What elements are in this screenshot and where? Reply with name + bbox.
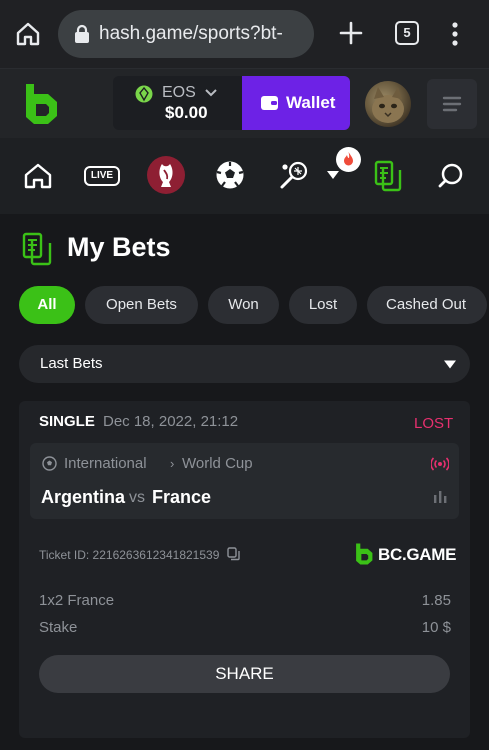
my-bets-title-icon [22, 232, 52, 266]
app-header: EOS $0.00 Wallet [0, 68, 489, 138]
caret-down-icon [444, 360, 456, 369]
dropdown-selected-label: Last Bets [40, 355, 103, 372]
tab-lost[interactable]: Lost [289, 286, 357, 324]
tab-open-bets[interactable]: Open Bets [85, 286, 198, 324]
bet-card[interactable]: SINGLE Dec 18, 2022, 21:12 LOST Internat… [19, 401, 470, 738]
match-info[interactable]: International › World Cup Argentina vs F… [30, 443, 459, 519]
wallet-label: Wallet [286, 93, 336, 112]
soccer-ball-icon[interactable] [215, 160, 245, 190]
stats-icon[interactable] [433, 490, 447, 503]
fire-icon[interactable] [336, 147, 361, 172]
browser-toolbar: hash.game/sports?bt- 5 [0, 0, 489, 68]
team-home: Argentina [41, 487, 126, 507]
balance-amount: $0.00 [165, 103, 208, 122]
dropdown-caret-icon[interactable] [327, 171, 339, 180]
tab-won[interactable]: Won [208, 286, 279, 324]
browser-menu-icon[interactable] [447, 20, 463, 48]
search-icon[interactable] [437, 162, 465, 190]
user-avatar[interactable] [365, 81, 411, 127]
menu-icon [442, 96, 462, 112]
tab-switcher-button[interactable]: 5 [395, 21, 419, 45]
bc-game-logo-icon [356, 543, 373, 565]
selection-odds: 1.85 [421, 592, 451, 609]
league-parent: International [64, 455, 147, 472]
tennis-icon[interactable] [279, 160, 309, 190]
bet-status-badge: LOST [414, 415, 454, 432]
bet-date: Dec 18, 2022, 21:12 [103, 413, 239, 430]
stake-value: 10 $ [421, 619, 451, 636]
wallet-icon [261, 96, 278, 110]
wallet-button[interactable]: Wallet [242, 76, 350, 130]
league-name: World Cup [182, 455, 253, 472]
eos-coin-icon [135, 85, 153, 103]
chevron-down-icon [205, 89, 217, 97]
versus-label: vs [129, 489, 145, 506]
soccer-ball-icon [42, 456, 57, 471]
copy-icon[interactable] [227, 547, 240, 561]
bet-filter-tabs: All Open Bets Won Lost Cashed Out [19, 286, 489, 324]
ticket-id: Ticket ID: 2216263612341821539 [39, 548, 220, 562]
address-bar[interactable]: hash.game/sports?bt- [58, 10, 314, 58]
browser-home-icon[interactable] [14, 20, 42, 48]
new-tab-icon[interactable] [338, 20, 364, 46]
stake-label: Stake [39, 619, 78, 636]
live-broadcast-icon[interactable] [431, 457, 449, 471]
bets-period-dropdown[interactable]: Last Bets [19, 345, 470, 383]
app-menu-button[interactable] [427, 79, 477, 129]
share-button[interactable]: SHARE [39, 655, 450, 693]
bc-game-logo[interactable] [22, 82, 60, 126]
team-away: France [152, 487, 212, 507]
balance-selector[interactable]: EOS $0.00 [113, 76, 245, 130]
brand-logo: BC.GAME [354, 542, 456, 568]
lock-icon [75, 24, 89, 43]
breadcrumb-separator-icon: › [170, 456, 175, 471]
page-title: My Bets [67, 232, 171, 262]
home-icon[interactable] [23, 162, 53, 190]
world-cup-icon[interactable] [147, 156, 185, 194]
selection-label: 1x2 France [39, 592, 115, 609]
currency-label: EOS [162, 84, 196, 101]
my-bets-icon[interactable] [374, 160, 402, 192]
brand-name: BC.GAME [378, 545, 457, 564]
bet-type: SINGLE [39, 413, 95, 430]
live-badge[interactable]: LIVE [84, 166, 120, 186]
url-text: hash.game/sports?bt- [99, 23, 283, 44]
tab-cashed-out[interactable]: Cashed Out [367, 286, 487, 324]
tab-all[interactable]: All [19, 286, 75, 324]
sports-nav: LIVE [0, 138, 489, 214]
